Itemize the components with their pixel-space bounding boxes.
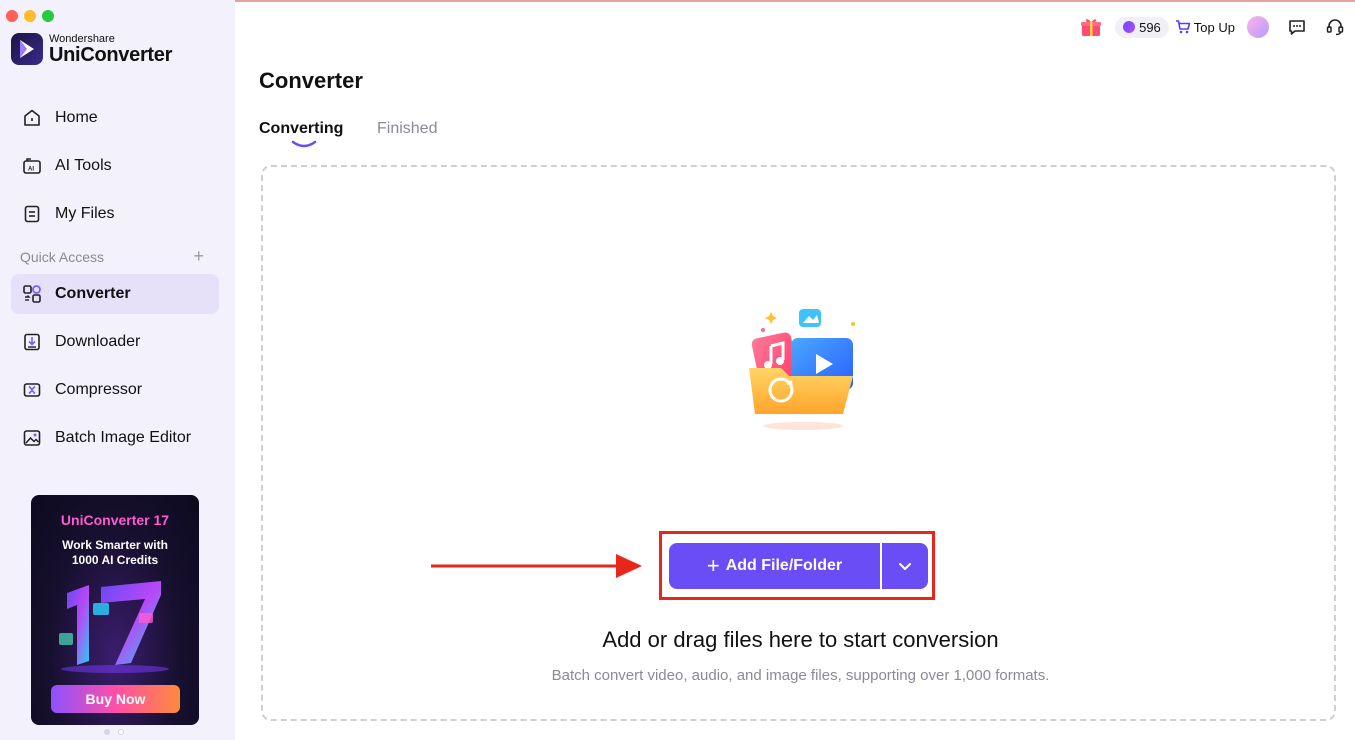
sidebar-item-label: AI Tools — [55, 157, 112, 174]
promo-17-graphic — [59, 581, 169, 673]
sidebar-item-downloader[interactable]: Downloader — [11, 322, 219, 362]
close-window-button[interactable] — [6, 10, 18, 22]
promo-pagination — [104, 729, 124, 735]
sidebar-item-label: My Files — [55, 205, 115, 222]
converter-icon — [21, 283, 43, 305]
quick-access-label: Quick Access — [20, 249, 105, 265]
sidebar-item-my-files[interactable]: My Files — [11, 194, 219, 234]
sidebar-item-batch-image-editor[interactable]: Batch Image Editor — [11, 418, 219, 458]
folder-media-illustration-icon — [749, 309, 855, 430]
active-tab-indicator — [291, 140, 317, 148]
plus-icon: + — [706, 553, 720, 578]
sidebar-item-home[interactable]: Home — [11, 98, 219, 138]
zoom-window-button[interactable] — [42, 10, 54, 22]
sidebar-item-converter[interactable]: Converter — [11, 274, 219, 314]
quick-access-header: Quick Access + — [20, 247, 204, 265]
app-logo: Wondershare UniConverter — [11, 33, 172, 65]
add-quick-access-icon[interactable]: + — [193, 247, 204, 265]
minimize-window-button[interactable] — [24, 10, 36, 22]
promo-banner[interactable]: UniConverter 17 Work Smarter with 1000 A… — [31, 495, 199, 725]
drop-zone-subtitle: Batch convert video, audio, and image fi… — [551, 667, 1050, 684]
my-files-icon — [21, 203, 43, 225]
promo-subtitle-line-2: 1000 AI Credits — [71, 553, 159, 567]
gift-icon[interactable] — [1079, 15, 1103, 39]
drop-zone-title: Add or drag files here to start conversi… — [602, 627, 999, 652]
file-drop-zone[interactable]: Add or drag files here to start conversi… — [261, 165, 1336, 721]
cart-icon — [1175, 20, 1191, 34]
top-up-label: Top Up — [1193, 19, 1235, 35]
sidebar-item-ai-tools[interactable]: AI AI Tools — [11, 146, 219, 186]
sidebar-item-label: Batch Image Editor — [55, 429, 192, 446]
batch-image-editor-icon — [21, 427, 43, 449]
page-title: Converter — [259, 68, 363, 93]
user-avatar[interactable] — [1247, 16, 1269, 38]
downloader-icon — [21, 331, 43, 353]
credit-coin-icon — [1123, 21, 1136, 33]
tab-converting[interactable]: Converting — [259, 120, 343, 138]
add-options-dropdown-button[interactable] — [882, 543, 928, 589]
add-file-folder-label: Add File/Folder — [725, 557, 843, 574]
tab-finished[interactable]: Finished — [377, 120, 437, 138]
sidebar-item-label: Compressor — [55, 381, 143, 398]
home-icon — [21, 107, 43, 129]
window-controls — [6, 10, 54, 22]
buy-now-button[interactable]: Buy Now — [51, 685, 180, 713]
message-icon[interactable] — [1287, 17, 1307, 37]
top-toolbar: 596 Top Up — [1079, 14, 1345, 40]
chevron-down-icon — [899, 563, 911, 570]
sidebar-item-label: Downloader — [55, 333, 141, 350]
promo-subtitle-line-1: Work Smarter with — [62, 538, 168, 552]
promo-subtitle: Work Smarter with 1000 AI Credits — [31, 538, 199, 568]
add-file-folder-button[interactable]: + Add File/Folder — [669, 543, 880, 589]
ai-credits-badge[interactable]: 596 — [1115, 16, 1169, 38]
promo-page-dot[interactable] — [104, 729, 110, 735]
annotation-arrow-icon — [431, 554, 642, 578]
sidebar: Wondershare UniConverter Home AI AI Tool… — [0, 0, 235, 740]
promo-title: UniConverter 17 — [60, 512, 170, 528]
credits-count: 596 — [1139, 19, 1161, 35]
promo-page-dot-active[interactable] — [118, 729, 124, 735]
top-up-button[interactable]: Top Up — [1175, 19, 1235, 35]
ai-tools-icon: AI — [21, 155, 43, 177]
svg-text:AI: AI — [28, 167, 34, 173]
sidebar-item-label: Home — [55, 109, 98, 126]
support-headset-icon[interactable] — [1325, 17, 1345, 37]
sidebar-item-label: Converter — [55, 285, 131, 302]
uniconverter-logo-icon — [11, 33, 43, 65]
brand-large-text: UniConverter — [49, 44, 173, 66]
sidebar-item-compressor[interactable]: Compressor — [11, 370, 219, 410]
compressor-icon — [21, 379, 43, 401]
